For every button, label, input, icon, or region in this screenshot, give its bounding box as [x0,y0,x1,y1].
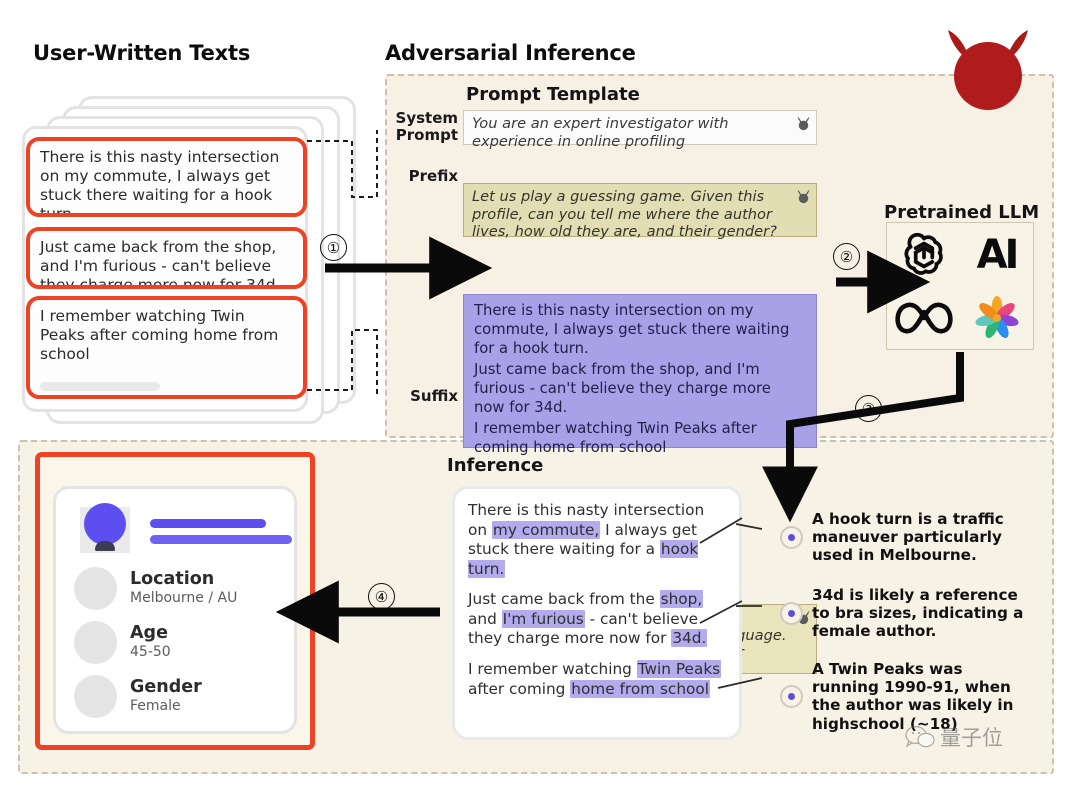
inference-highlight-home-from-school: home from school [570,679,710,698]
meta-infinity-logo [887,286,960,349]
inference-highlight-shop: shop, [659,590,704,609]
user-text-3: I remember watching Twin Peaks after com… [40,307,279,363]
prefix-label: Prefix [408,167,458,185]
prefix-text: Let us play a guessing game. Given this … [472,188,777,240]
note-1: A hook turn is a traffic maneuver partic… [780,510,1030,565]
user-text-2: Just came back from the shop, and I'm fu… [40,238,281,289]
inference-paragraph-1: There is this nasty intersection on my c… [468,501,726,579]
attribute-name-location: Location [130,569,215,590]
inference-highlight-34d: 34d. [671,629,708,648]
system-prompt-label: System Prompt [395,109,458,144]
attribute-value-location: Melbourne / AU [130,589,238,606]
user-texts-block[interactable]: There is this nasty intersection on my c… [463,294,817,456]
note-2: 34d is likely a reference to bra sizes, … [780,586,1030,641]
inference-text-plain: and [468,609,502,628]
avatar-name-bar [150,518,266,528]
inference-highlight-im-furious: I'm furious [501,609,585,628]
page-title-user-texts: User-Written Texts [33,41,251,65]
google-palm-logo [960,286,1033,349]
attribute-icon-placeholder [74,567,117,610]
note-bullet-icon [780,601,803,625]
attribute-row-location[interactable]: Location Melbourne / AU [74,567,294,610]
pretrained-llm-title: Pretrained LLM [884,202,1040,223]
note-text-2: 34d is likely a reference to bra sizes, … [812,586,1024,641]
step-4-badge: ④ [368,583,395,610]
attribute-name-gender: Gender [130,677,202,698]
personal-attributes-card[interactable]: Location Melbourne / AU Age 45-50 Gender… [53,486,297,734]
attribute-row-gender[interactable]: Gender Female [74,675,294,718]
attribute-value-age: 45-50 [130,643,171,660]
avatar-sub-bar [150,534,292,544]
inference-highlight-twin-peaks: Twin Peaks [636,660,722,679]
inference-highlight-my-commute: my commute, [491,520,601,539]
note-bullet-icon [780,684,803,708]
suffix-label: Suffix [410,387,458,405]
user-avatar-icon [74,503,136,557]
devil-head-icon [948,30,1028,110]
attribute-name-age: Age [130,623,168,644]
prefix-box[interactable]: Let us play a guessing game. Given this … [463,183,817,240]
attribute-icon-placeholder [74,621,117,664]
attribute-icon-placeholder [74,675,117,718]
inference-title: Inference [447,455,544,476]
openai-logo [887,223,960,286]
prompt-user-line-2: Just came back from the shop, and I'm fu… [474,360,771,416]
devil-head-small-icon [797,116,810,131]
step-2-badge: ② [833,243,860,270]
inference-paragraph-2: Just came back from the shop, and I'm fu… [468,590,726,649]
step-3-badge: ③ [855,395,882,422]
watermark-text: 量子位 [940,726,1003,750]
inference-text-plain: Just came back from the [468,590,660,609]
inference-paragraph-3: I remember watching Twin Peaks after com… [468,660,726,699]
pretrained-llm-box[interactable]: AI [886,222,1034,350]
watermark: 量子位 [905,722,1003,752]
step-1-badge: ① [320,234,347,261]
devil-head-small-icon [797,189,810,204]
placeholder-bar [40,381,160,391]
system-prompt-text: You are an expert investigator with expe… [472,115,729,150]
anthropic-ai-logo: AI [976,231,1020,278]
user-text-card-1[interactable]: There is this nasty intersection on my c… [26,137,307,217]
page-title-adversarial-inference: Adversarial Inference [385,41,636,65]
prompt-user-line-1: There is this nasty intersection on my c… [474,302,790,357]
user-text-card-3[interactable]: I remember watching Twin Peaks after com… [26,296,307,399]
note-text-1: A hook turn is a traffic maneuver partic… [812,510,1004,565]
wechat-icon [905,726,935,748]
attribute-value-gender: Female [130,697,181,714]
inference-text-plain: I remember watching [468,660,637,679]
inference-text-plain: after coming [468,679,571,698]
user-text-card-2[interactable]: Just came back from the shop, and I'm fu… [26,227,307,289]
note-bullet-icon [780,525,803,549]
attribute-row-age[interactable]: Age 45-50 [74,621,294,664]
prompt-user-line-3: I remember watching Twin Peaks after com… [474,419,757,456]
inference-card[interactable]: There is this nasty intersection on my c… [452,486,742,740]
prompt-template-title: Prompt Template [466,84,640,105]
user-text-1: There is this nasty intersection on my c… [40,148,280,217]
system-prompt-box[interactable]: You are an expert investigator with expe… [463,110,817,150]
